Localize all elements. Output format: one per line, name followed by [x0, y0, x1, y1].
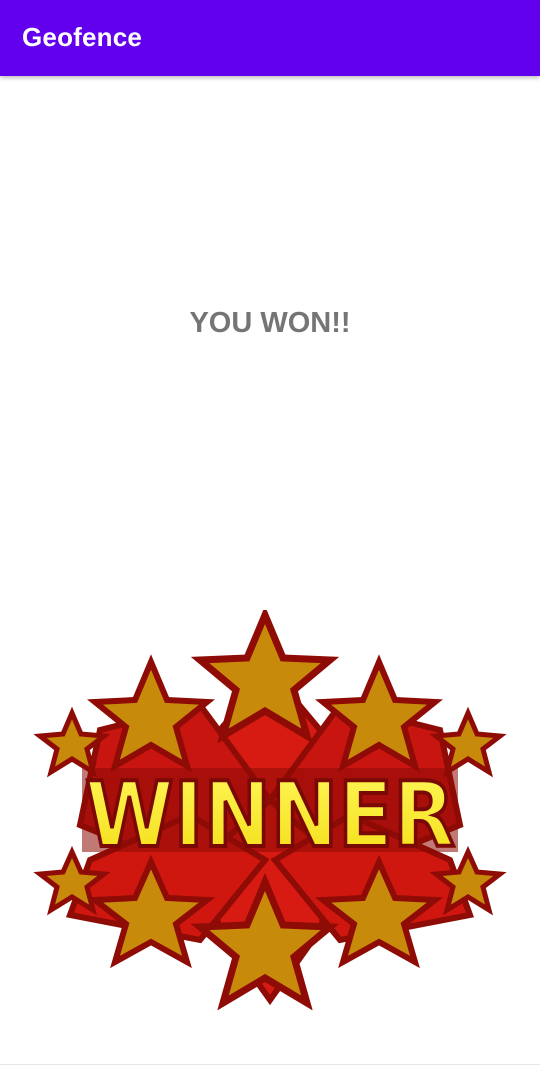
winner-image: WINNER [33, 610, 507, 1010]
app-bar: Geofence [0, 0, 540, 76]
app-title: Geofence [22, 22, 143, 52]
winner-logo-text: WINNER [82, 761, 458, 870]
winner-text: WINNER [85, 763, 455, 868]
result-message: YOU WON!! [189, 307, 351, 339]
bottom-divider [0, 1064, 540, 1065]
